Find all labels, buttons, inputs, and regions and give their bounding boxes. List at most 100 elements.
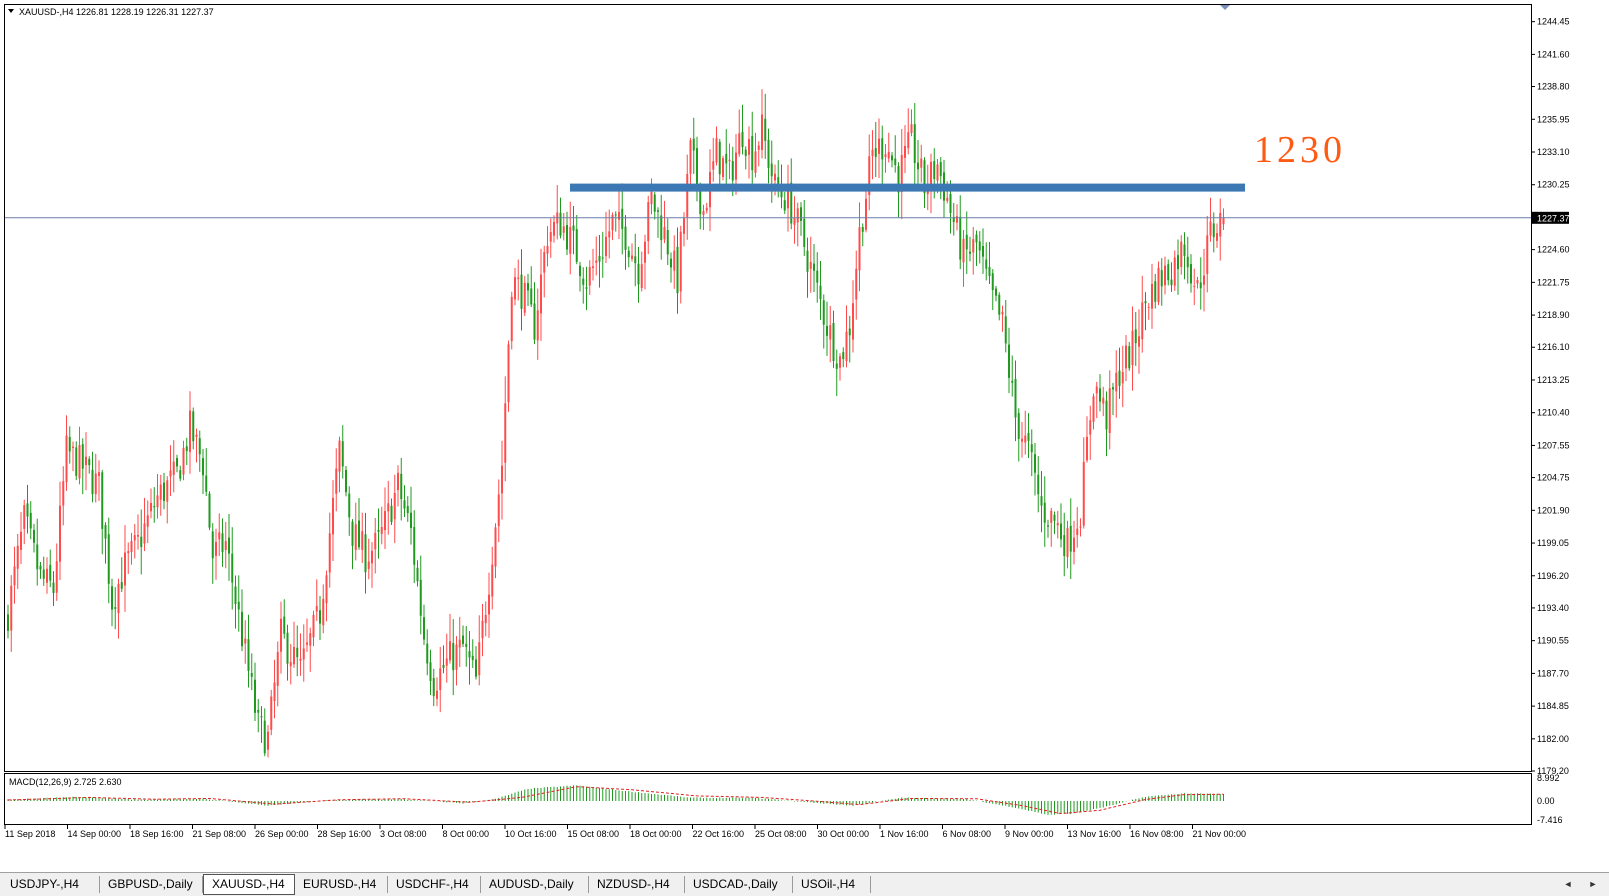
candle xyxy=(1060,503,1062,548)
candle-body xyxy=(1079,526,1082,528)
candle xyxy=(1108,370,1111,450)
candle-body xyxy=(1196,280,1199,284)
time-tick-label: 25 Oct 08:00 xyxy=(755,829,807,839)
candle xyxy=(23,499,26,545)
time-axis: 11 Sep 2018 14 Sep 00:00 18 Sep 16:00 21 Se… xyxy=(4,825,1246,839)
candle-body xyxy=(286,632,289,664)
candle-body xyxy=(913,124,916,164)
candle xyxy=(419,555,422,635)
candle-body xyxy=(94,473,97,495)
candle-body xyxy=(260,716,263,718)
candle-body xyxy=(166,480,169,502)
price-tick-label: 1230.25 xyxy=(1537,180,1570,190)
candle-body xyxy=(62,481,65,506)
candle-body xyxy=(744,149,747,156)
chart-tab-usdjpy-h4[interactable]: USDJPY-,H4 xyxy=(2,876,100,893)
candle xyxy=(1082,437,1085,529)
candle-body xyxy=(735,152,737,180)
candle xyxy=(523,276,526,317)
candle-body xyxy=(1066,527,1069,558)
resistance-level-line[interactable] xyxy=(570,183,1245,192)
candle xyxy=(666,218,669,265)
candle-body xyxy=(384,511,386,531)
candle xyxy=(494,523,497,579)
candle-body xyxy=(878,138,880,154)
candle-body xyxy=(650,191,653,205)
chart-tab-usdchf-h4[interactable]: USDCHF-,H4 xyxy=(388,876,481,893)
candle-body xyxy=(10,585,13,631)
candle xyxy=(338,436,341,493)
candle xyxy=(670,252,672,283)
candle-body xyxy=(1209,221,1212,236)
candle-body xyxy=(910,124,913,134)
candle-body xyxy=(829,325,832,340)
candle-body xyxy=(364,534,367,573)
candle-body xyxy=(627,250,630,258)
chart-tab-xauusd-h4[interactable]: XAUUSD-,H4 xyxy=(203,874,295,895)
candle-body xyxy=(595,260,598,263)
candle xyxy=(286,624,289,681)
candle-body xyxy=(1053,514,1056,521)
candle xyxy=(618,185,620,240)
tab-scroll-right-icon[interactable]: ► xyxy=(1585,877,1601,892)
candle-body xyxy=(478,642,481,676)
candle xyxy=(182,440,185,481)
candle xyxy=(800,202,802,236)
candle xyxy=(410,486,412,545)
chart-tab-usoil-h4[interactable]: USOil-,H4 xyxy=(793,876,871,893)
candle-body xyxy=(153,506,156,508)
tab-scroll-left-icon[interactable]: ◄ xyxy=(1560,877,1576,892)
candle-body xyxy=(403,500,406,509)
candle-body xyxy=(978,241,981,251)
price-tick-label: 1182.00 xyxy=(1537,734,1569,744)
candle xyxy=(1141,275,1144,353)
candle-body xyxy=(618,212,620,220)
candle xyxy=(432,668,435,707)
candle xyxy=(952,203,955,236)
candle xyxy=(299,633,302,676)
chart-tab-audusd-daily[interactable]: AUDUSD-,Daily xyxy=(481,876,589,893)
chart-menu-icon[interactable] xyxy=(8,9,14,13)
candle xyxy=(764,93,767,159)
candle-body xyxy=(991,273,994,291)
candle-body xyxy=(42,569,45,579)
candle xyxy=(553,215,555,243)
candle-body xyxy=(962,238,965,263)
candle-body xyxy=(397,472,399,491)
candle xyxy=(146,500,149,544)
candle xyxy=(988,242,991,285)
candle-body xyxy=(1212,223,1215,238)
candle xyxy=(549,218,552,258)
candle-body xyxy=(621,208,624,229)
candle xyxy=(205,448,208,496)
chart-tab-eurusd-h4[interactable]: EURUSD-,H4 xyxy=(295,876,388,893)
candle-body xyxy=(965,234,968,250)
candle xyxy=(829,305,832,363)
candle-body xyxy=(328,533,331,573)
candle-body xyxy=(611,215,614,231)
price-tick-label: 1216.10 xyxy=(1537,342,1570,352)
chart-window[interactable]: 1230 XAUUSD-,H4 1226.81 1228.19 1226.31 … xyxy=(0,0,1609,872)
candle xyxy=(468,630,471,685)
candle xyxy=(312,610,315,647)
candle xyxy=(1008,327,1010,394)
chart-tab-nzdusd-h4[interactable]: NZDUSD-,H4 xyxy=(589,876,685,893)
candle xyxy=(172,440,175,493)
candle xyxy=(1040,471,1043,533)
candle-body xyxy=(858,227,861,271)
candle-body xyxy=(1134,329,1137,344)
candle-body xyxy=(354,524,357,551)
chart-shift-marker[interactable] xyxy=(1220,5,1230,10)
chart-tab-gbpusd-daily[interactable]: GBPUSD-,Daily xyxy=(100,876,203,893)
candle-body xyxy=(738,133,741,155)
candle-body xyxy=(575,229,578,262)
candle-body xyxy=(221,533,224,553)
candle xyxy=(218,513,221,557)
candle xyxy=(663,200,666,244)
candle xyxy=(452,619,455,696)
chart-canvas[interactable]: 1230 XAUUSD-,H4 1226.81 1228.19 1226.31 … xyxy=(0,0,1609,872)
candle-body xyxy=(36,544,39,570)
chart-tab-usdcad-daily[interactable]: USDCAD-,Daily xyxy=(685,876,793,893)
candle-body xyxy=(341,441,344,467)
candle xyxy=(124,525,126,612)
